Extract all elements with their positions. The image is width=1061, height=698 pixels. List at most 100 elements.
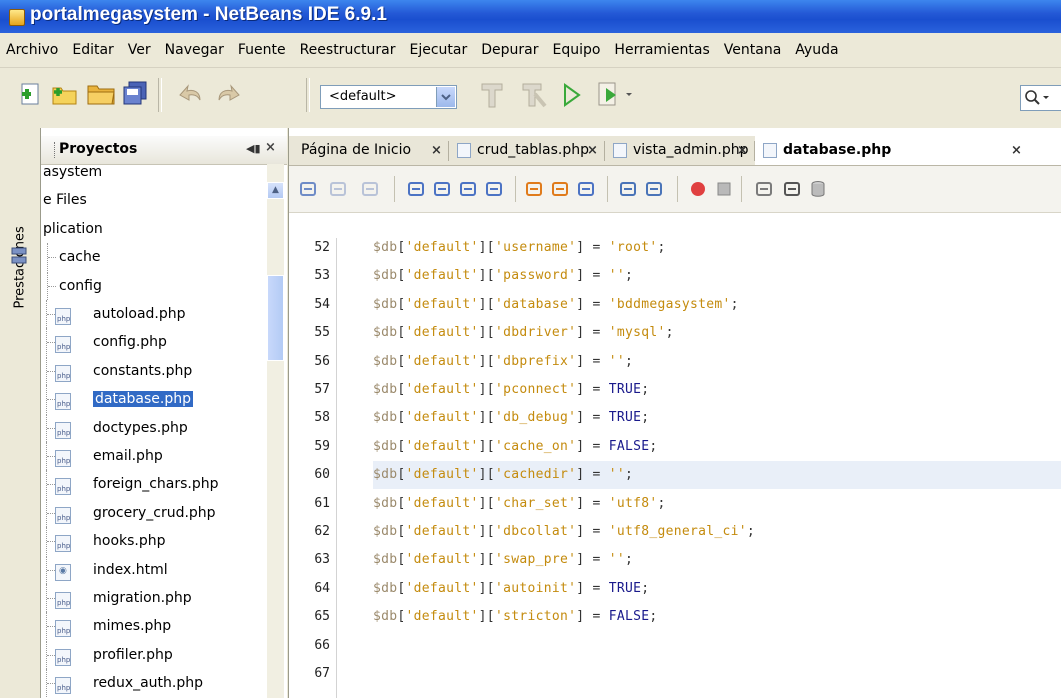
menu-navegar[interactable]: Navegar: [158, 42, 231, 58]
config-key: cachedir: [503, 467, 569, 483]
tree-item[interactable]: mimes.php: [41, 612, 267, 641]
source-history-icon[interactable]: [299, 180, 317, 198]
close-icon[interactable]: ×: [431, 143, 442, 158]
shift-left-icon[interactable]: [619, 180, 637, 198]
new-project-icon[interactable]: [50, 80, 78, 106]
tree-item[interactable]: redux_auth.php: [41, 669, 267, 698]
editor-toolbar: [289, 166, 1061, 213]
toggle-highlight-icon[interactable]: [485, 180, 503, 198]
config-value: TRUE: [608, 382, 642, 397]
tree-item[interactable]: asystem: [41, 164, 267, 186]
tree-item-label: foreign_chars.php: [93, 476, 219, 493]
config-key: db_debug: [503, 410, 569, 426]
tree-item[interactable]: cache: [41, 243, 267, 272]
code-line: $db['default']['dbprefix'] = '';: [373, 353, 634, 369]
back-icon[interactable]: [329, 180, 347, 198]
tree-item[interactable]: e Files: [41, 186, 267, 214]
code-line: $db['default']['db_debug'] = TRUE;: [373, 410, 650, 426]
previous-bookmark-icon[interactable]: [525, 180, 543, 198]
tab-database-php[interactable]: database.php ×: [755, 136, 1061, 165]
undo-icon[interactable]: [178, 80, 206, 106]
build-hammer-icon[interactable]: [478, 80, 506, 110]
close-icon[interactable]: ×: [1011, 143, 1022, 158]
minimize-window-icon[interactable]: ◀▮: [246, 142, 261, 155]
menu-herramientas[interactable]: Herramientas: [607, 42, 716, 58]
start-macro-icon[interactable]: [689, 180, 707, 198]
tab-p-gina-de-inicio[interactable]: Página de Inicio ×: [289, 136, 449, 165]
editor-tab-bar: Página de Inicio × crud_tablas.php × vista_a…: [289, 136, 1061, 166]
config-value: '': [608, 268, 626, 284]
stop-macro-icon[interactable]: [715, 180, 733, 198]
chevron-down-icon[interactable]: [436, 87, 455, 107]
scroll-up-icon[interactable]: ▲: [267, 182, 284, 199]
project-tree: asystem e Files plication cache config autolo…: [41, 164, 267, 698]
toolbar-separator: [158, 78, 162, 112]
find-next-icon[interactable]: [459, 180, 477, 198]
tab-vista-admin-php[interactable]: vista_admin.php ×: [605, 136, 755, 165]
open-project-icon[interactable]: [86, 80, 116, 106]
configuration-value: <default>: [329, 89, 397, 104]
tab-label: crud_tablas.php: [477, 142, 590, 158]
menu-ver[interactable]: Ver: [121, 42, 158, 58]
save-all-icon[interactable]: [121, 80, 149, 106]
html-file-icon: [55, 563, 71, 581]
drag-grip-icon[interactable]: [54, 142, 57, 158]
tree-item[interactable]: hooks.php: [41, 527, 267, 556]
tree-item[interactable]: index.html: [41, 555, 267, 584]
tree-connector: [46, 612, 55, 641]
menu-ayuda[interactable]: Ayuda: [788, 42, 845, 58]
close-icon[interactable]: ×: [587, 143, 598, 158]
php-file-icon: [55, 506, 71, 524]
tree-item[interactable]: database.php: [41, 385, 267, 414]
tree-item[interactable]: profiler.php: [41, 640, 267, 669]
tree-item[interactable]: config: [41, 271, 267, 300]
tree-item[interactable]: autoload.php: [41, 300, 267, 328]
database-icon[interactable]: [809, 180, 827, 198]
config-key: swap_pre: [503, 552, 569, 568]
tree-item[interactable]: email.php: [41, 442, 267, 470]
toggle-bookmark-icon[interactable]: [577, 180, 595, 198]
config-value: '': [608, 467, 626, 483]
menu-ventana[interactable]: Ventana: [717, 42, 789, 58]
config-value: TRUE: [608, 410, 642, 426]
redo-icon[interactable]: [213, 80, 241, 106]
tree-item-label: plication: [43, 220, 103, 237]
debug-icon[interactable]: [596, 80, 636, 110]
tree-scrollbar[interactable]: ▲: [267, 164, 284, 698]
tree-item[interactable]: doctypes.php: [41, 413, 267, 442]
menu-equipo[interactable]: Equipo: [545, 42, 607, 58]
menu-archivo[interactable]: Archivo: [0, 42, 65, 58]
close-icon[interactable]: ×: [737, 143, 748, 158]
forward-icon[interactable]: [361, 180, 379, 198]
menu-fuente[interactable]: Fuente: [231, 42, 293, 58]
menu-bar: Archivo Editar Ver Navegar Fuente Reestructur…: [0, 33, 1061, 68]
configuration-select[interactable]: <default>: [320, 85, 457, 109]
find-previous-icon[interactable]: [433, 180, 451, 198]
tree-item[interactable]: foreign_chars.php: [41, 470, 267, 499]
clean-build-icon[interactable]: [517, 80, 549, 110]
tree-item-label: config.php: [93, 334, 167, 351]
close-icon[interactable]: ×: [265, 140, 276, 155]
scrollbar-thumb[interactable]: [267, 275, 284, 361]
menu-depurar[interactable]: Depurar: [474, 42, 545, 58]
menu-editar[interactable]: Editar: [65, 42, 120, 58]
find-icon[interactable]: [407, 180, 425, 198]
search-input[interactable]: [1020, 85, 1061, 111]
search-icon[interactable]: [1021, 86, 1051, 108]
run-icon[interactable]: [560, 80, 584, 110]
code-view[interactable]: 52 53 54 55 56 57 58 59 60 61 62 63 64 65 66 67 $db['de…: [289, 238, 1061, 698]
tree-item[interactable]: grocery_crud.php: [41, 498, 267, 527]
tree-item[interactable]: plication: [41, 215, 267, 243]
tree-item[interactable]: constants.php: [41, 356, 267, 385]
line-number: 65: [314, 609, 330, 625]
tree-item-label: migration.php: [93, 590, 192, 606]
tree-item[interactable]: migration.php: [41, 584, 267, 612]
comment-icon[interactable]: [755, 180, 773, 198]
tab-crud-tablas-php[interactable]: crud_tablas.php ×: [449, 136, 605, 165]
menu-reestructurar[interactable]: Reestructurar: [293, 42, 403, 58]
tree-item[interactable]: config.php: [41, 328, 267, 357]
next-bookmark-icon[interactable]: [551, 180, 569, 198]
shift-right-icon[interactable]: [645, 180, 663, 198]
uncomment-icon[interactable]: [783, 180, 801, 198]
menu-ejecutar[interactable]: Ejecutar: [402, 42, 474, 58]
